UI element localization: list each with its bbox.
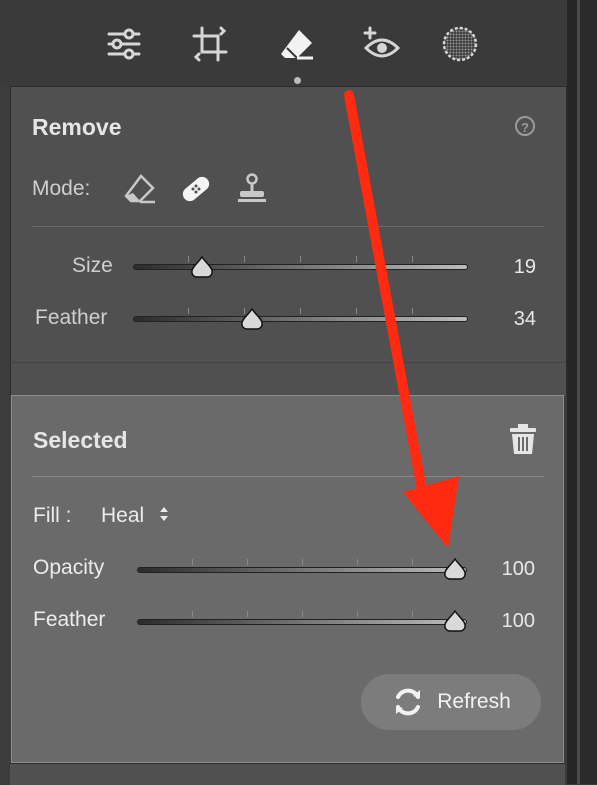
tool-strip: [0, 0, 567, 86]
selected-divider: [32, 476, 544, 477]
size-label: Size: [72, 254, 113, 277]
masking-icon[interactable]: [440, 24, 480, 64]
trash-icon[interactable]: [508, 422, 538, 456]
remove-title: Remove: [32, 114, 122, 140]
refresh-button[interactable]: Refresh: [361, 674, 541, 730]
red-eye-icon[interactable]: [362, 24, 402, 64]
clone-stamp-icon[interactable]: [234, 171, 270, 207]
size-value[interactable]: 19: [476, 256, 536, 279]
selected-feather-value[interactable]: 100: [475, 610, 535, 633]
selected-feather-label: Feather: [33, 608, 106, 631]
fill-value: Heal: [101, 504, 145, 527]
next-panel-edge: [10, 763, 565, 785]
heal-bandage-icon[interactable]: [178, 171, 214, 207]
dropdown-arrows-icon: [160, 507, 169, 521]
panel-gap: [10, 362, 567, 396]
selected-feather-slider-thumb: [444, 610, 466, 632]
help-icon[interactable]: ?: [515, 116, 535, 136]
feather-value[interactable]: 34: [476, 308, 536, 331]
opacity-slider-thumb: [444, 558, 466, 580]
refresh-label: Refresh: [437, 690, 511, 713]
feather-slider-thumb: [241, 308, 263, 330]
size-slider-thumb: [191, 256, 213, 278]
mode-label: Mode:: [32, 177, 91, 200]
right-divider: [567, 0, 577, 784]
crop-icon[interactable]: [190, 24, 230, 64]
opacity-label: Opacity: [33, 556, 105, 579]
feather-label: Feather: [35, 306, 108, 329]
scrollbar[interactable]: [580, 0, 597, 784]
fill-dropdown[interactable]: Heal: [101, 504, 170, 528]
remove-divider: [32, 226, 544, 227]
opacity-value[interactable]: 100: [475, 558, 535, 581]
fill-label: Fill :: [33, 504, 72, 527]
eraser-icon[interactable]: [277, 24, 317, 64]
edit-sliders-icon[interactable]: [104, 24, 144, 64]
active-tool-indicator: [294, 77, 301, 84]
selected-title: Selected: [33, 427, 128, 453]
eraser-mode-icon[interactable]: [122, 171, 158, 207]
refresh-icon: [396, 688, 421, 716]
